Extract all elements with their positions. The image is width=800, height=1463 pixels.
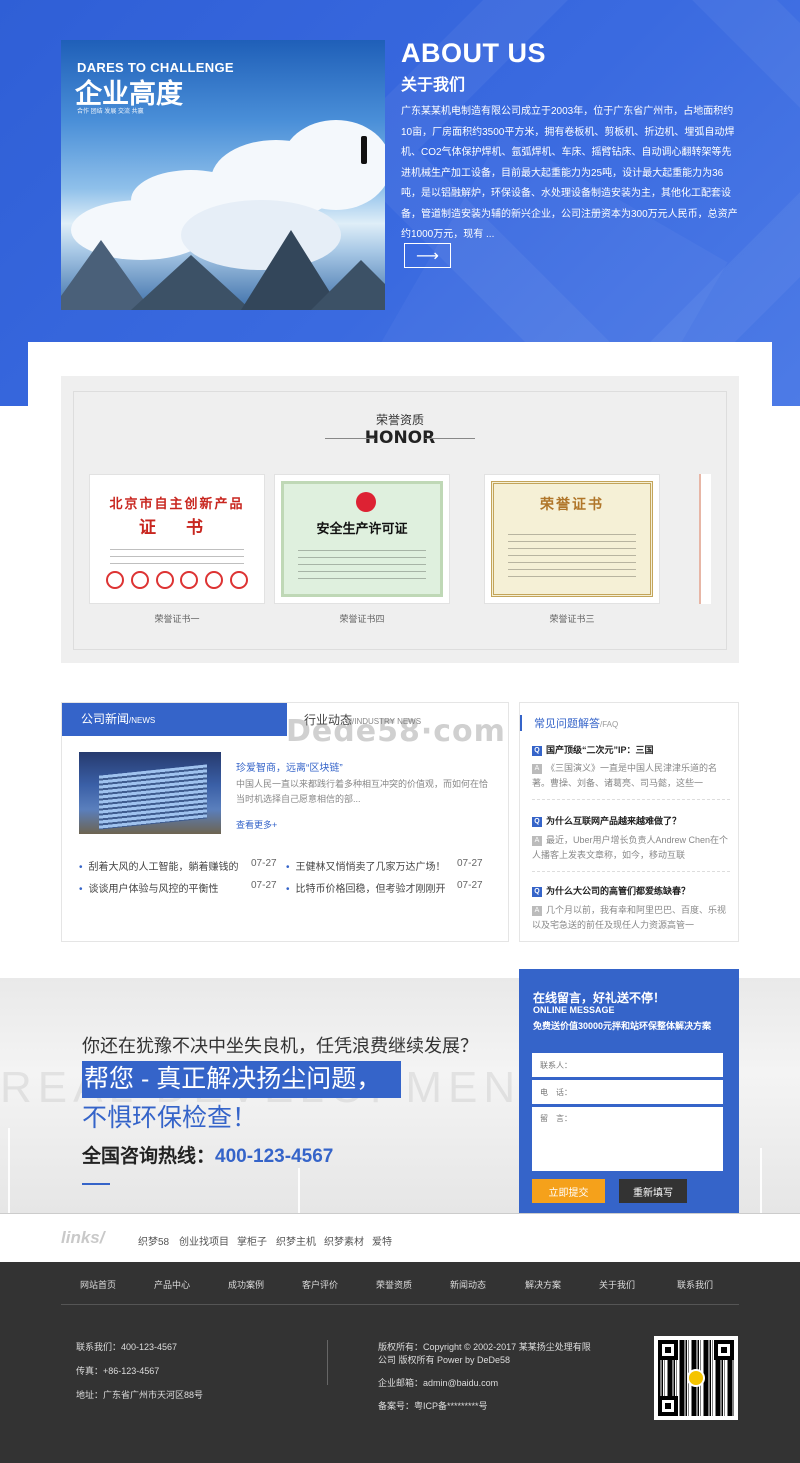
about-more-button[interactable]: ⟶ <box>404 243 451 268</box>
news-date: 07-27 <box>457 880 483 891</box>
footer-nav-cases[interactable]: 成功案例 <box>228 1278 264 1291</box>
certificate-3[interactable]: 荣誉证书 <box>484 474 660 604</box>
form-title: 在线留言，好礼送不停！ <box>533 991 666 1005</box>
footer-divider <box>327 1340 328 1385</box>
footer-nav-reviews[interactable]: 客户评价 <box>302 1278 338 1291</box>
cta-question: 你还在犹豫不决中坐失良机，任凭浪费继续发展？ <box>82 1036 478 1056</box>
news-list-item[interactable]: 谈谈用户体验与风控的平衡性 <box>79 880 219 895</box>
message-form: 在线留言，好礼送不停！ ONLINE MESSAGE 免费送价值30000元拌和… <box>519 969 739 1214</box>
certificate-big-title: 证 书 <box>139 518 215 538</box>
phone-input[interactable] <box>532 1080 723 1104</box>
faq-question[interactable]: Q 为什么大公司的高管们都爱练缺春？ <box>532 884 690 897</box>
emblem-icon <box>356 492 376 512</box>
footer-email: 企业邮箱：admin@baidu.com <box>378 1378 499 1388</box>
about-title: ABOUT US <box>401 38 546 68</box>
about-subtitle: 关于我们 <box>401 77 466 94</box>
footer-nav-solutions[interactable]: 解决方案 <box>525 1278 561 1291</box>
answer-icon: A <box>532 763 542 774</box>
divider <box>425 438 475 439</box>
footer-phone: 联系我们：400-123-4567 <box>76 1342 178 1352</box>
featured-news-title[interactable]: 珍爱智商，远离“区块链” <box>236 759 343 774</box>
man-figure <box>361 136 367 164</box>
certificate-heading: 安全生产许可证 <box>316 522 408 537</box>
accent-bar <box>82 1183 110 1185</box>
faq-question[interactable]: Q 为什么互联网产品越来越难做了？ <box>532 814 681 827</box>
hotline: 全国咨询热线：400-123-4567 <box>82 1146 334 1167</box>
faq-title: 常见问题解答/FAQ <box>520 715 618 731</box>
footer-nav-about[interactable]: 关于我们 <box>599 1278 635 1291</box>
friend-link[interactable]: 创业找项目 <box>179 1233 229 1248</box>
friend-link[interactable]: 爱特 <box>372 1233 392 1248</box>
about-description: 广东某某机电制造有限公司成立于2003年，位于广东省广州市，占地面积约10亩，厂… <box>401 106 738 240</box>
question-icon: Q <box>532 886 542 897</box>
news-date: 07-27 <box>251 858 277 869</box>
certificate-partial <box>699 474 711 604</box>
news-more-link[interactable]: 查看更多+ <box>236 818 277 831</box>
footer-copyright: 版权所有：Copyright © 2002-2017 某某扬尘处理有限 <box>378 1342 591 1352</box>
honor-section: 荣誉资质 HONOR 北京市自主创新产品 证 书 荣誉证书一 安全生产许可证 荣… <box>61 376 739 663</box>
divider <box>325 438 375 439</box>
message-input[interactable] <box>532 1107 723 1171</box>
friend-link[interactable]: 掌柜子 <box>237 1233 267 1248</box>
faq-answer: A 最近，Uber用户增长负责人Andrew Chen在个人播客上发表文章称，如今… <box>532 835 729 860</box>
footer-nav-honor[interactable]: 荣誉资质 <box>376 1278 412 1291</box>
news-list-item[interactable]: 刮着大风的人工智能，躺着赚钱的 <box>79 858 239 873</box>
footer-divider <box>61 1304 739 1305</box>
faq-answer: A 《三国演义》一直是中国人民津津乐道的名著。曹操、刘备、诸葛亮、司马懿，这些一 <box>532 763 718 788</box>
footer-nav-news[interactable]: 新闻动态 <box>450 1278 486 1291</box>
footer-copyright-2: 公司 版权所有 Power by DeDe58 <box>378 1355 511 1365</box>
cta-highlight: 帮您 - 真正解决扬尘问题， <box>82 1061 402 1098</box>
footer-fax: 传真：+86-123-4567 <box>76 1366 160 1376</box>
news-date: 07-27 <box>457 858 483 869</box>
certificate-caption: 荣誉证书三 <box>549 614 595 624</box>
friend-link[interactable]: 织梦58 <box>138 1233 169 1248</box>
news-date: 07-27 <box>251 880 277 891</box>
watermark: Dede58·com <box>286 714 506 749</box>
footer-address: 地址：广东省广州市天河区88号 <box>76 1390 204 1400</box>
form-offer: 免费送价值30000元拌和站环保整体解决方案 <box>533 1021 712 1031</box>
footer-icp: 备案号：粤ICP备*********号 <box>378 1401 488 1411</box>
faq-answer: A 几个月以前，我有幸和阿里巴巴、百度、乐视以及宅急送的前任及现任人力资源高管一 <box>532 905 727 930</box>
news-list-item[interactable]: 比特币价格回稳，但考验才刚刚开 <box>286 880 446 895</box>
certificate-1[interactable]: 北京市自主创新产品 证 书 <box>89 474 265 604</box>
image-small-text: 合作 团结 发展 交流 共赢 <box>77 109 144 115</box>
tab-company-news[interactable]: 公司新闻/NEWS <box>62 703 287 736</box>
news-list-item[interactable]: 王健林又悄悄卖了几家万达广场！ <box>286 858 446 873</box>
featured-news-image[interactable] <box>79 752 221 834</box>
hotline-number: 400-123-4567 <box>215 1146 334 1167</box>
cta-subline: 不惧环保检查！ <box>82 1104 258 1132</box>
certificate-caption: 荣誉证书四 <box>339 614 385 624</box>
arrow-right-icon: ⟶ <box>416 247 439 265</box>
links-logo: links/ <box>61 1228 105 1247</box>
certificate-2[interactable]: 安全生产许可证 <box>274 474 450 604</box>
submit-button[interactable]: 立即提交 <box>532 1179 605 1203</box>
reset-button[interactable]: 重新填写 <box>619 1179 687 1203</box>
question-icon: Q <box>532 816 542 827</box>
friend-links: links/ 织梦58 创业找项目 掌柜子 织梦主机 织梦素材 爱特 <box>0 1213 800 1262</box>
featured-news-summary: 中国人民一直以来都践行着多种相互冲突的价值观，而如何在恰当时机选择自己愿意相信的… <box>236 779 489 804</box>
question-icon: Q <box>532 745 542 756</box>
friend-link[interactable]: 织梦素材 <box>324 1233 364 1248</box>
form-title-en: ONLINE MESSAGE <box>533 1005 615 1015</box>
answer-icon: A <box>532 905 542 916</box>
faq-question[interactable]: Q 国产顶级“二次元”IP：三国 <box>532 743 654 756</box>
footer-nav-contact[interactable]: 联系我们 <box>677 1278 713 1291</box>
footer-nav-home[interactable]: 网站首页 <box>80 1278 116 1291</box>
answer-icon: A <box>532 835 542 846</box>
seals <box>106 571 248 589</box>
honor-title-cn: 荣誉资质 <box>375 413 424 427</box>
qr-code-icon <box>654 1336 738 1420</box>
faq-panel: 常见问题解答/FAQ Q 国产顶级“二次元”IP：三国 A 《三国演义》一直是中国人… <box>519 702 739 942</box>
certificate-caption: 荣誉证书一 <box>154 614 200 624</box>
certificate-heading: 荣誉证书 <box>540 497 604 513</box>
certificate-heading: 北京市自主创新产品 <box>109 497 245 512</box>
name-input[interactable] <box>532 1053 723 1077</box>
footer: 网站首页 产品中心 成功案例 客户评价 荣誉资质 新闻动态 解决方案 关于我们 … <box>0 1262 800 1463</box>
footer-nav-products[interactable]: 产品中心 <box>154 1278 190 1291</box>
honor-title-en: HONOR <box>364 428 436 448</box>
about-image: DARES TO CHALLENGE 企业高度 合作 团结 发展 交流 共赢 <box>61 40 385 310</box>
friend-link[interactable]: 织梦主机 <box>276 1233 316 1248</box>
